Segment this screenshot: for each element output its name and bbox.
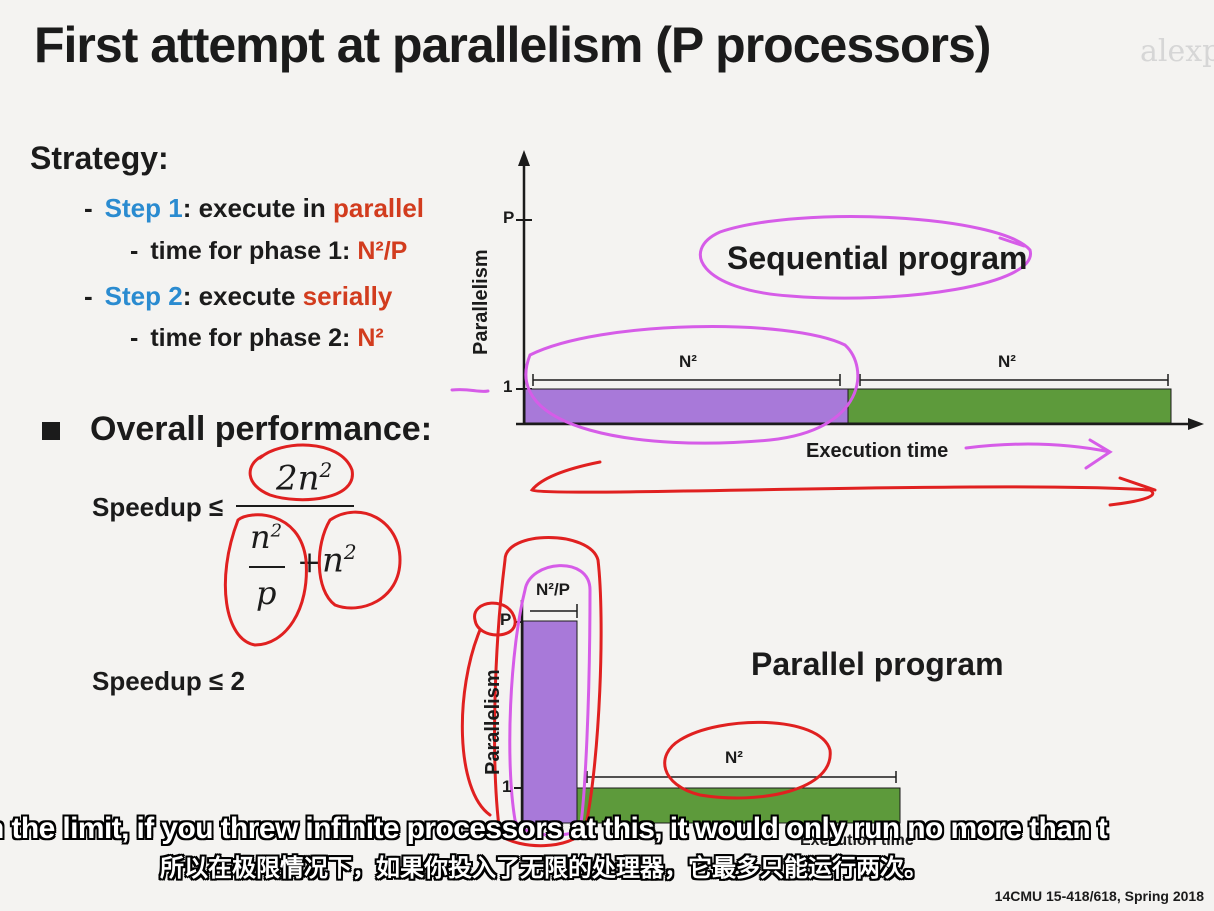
par-title: Parallel program bbox=[751, 646, 1004, 682]
subtitle-chinese: 所以在极限情况下，如果你投入了无限的处理器，它最多只能运行两次。 bbox=[160, 855, 928, 882]
slide-footer: 14CMU 15-418/618, Spring 2018 bbox=[994, 888, 1204, 904]
seq-bar-phase1 bbox=[524, 388, 849, 424]
seq-bar-phase2 bbox=[847, 388, 1172, 424]
seq-seg1-label: N² bbox=[679, 352, 697, 371]
par-tick-p: P bbox=[500, 610, 512, 629]
charts-svg bbox=[223, 150, 1204, 848]
par-seg1-label: N²/P bbox=[536, 580, 570, 599]
par-tick-1: 1 bbox=[502, 777, 512, 796]
seq-tick-1: 1 bbox=[503, 377, 513, 396]
seq-y-arrow bbox=[518, 150, 530, 166]
seq-xlabel: Execution time bbox=[806, 440, 949, 462]
seq-tick-p: P bbox=[503, 208, 515, 227]
subtitle-english: n the limit, if you threw infinite proce… bbox=[0, 812, 1108, 845]
seq-ylabel: Parallelism bbox=[470, 249, 492, 355]
par-ylabel: Parallelism bbox=[482, 669, 504, 775]
par-seg2-label: N² bbox=[725, 748, 743, 767]
seq-seg2-label: N² bbox=[998, 352, 1016, 371]
seq-title: Sequential program bbox=[727, 240, 1028, 276]
par-bar-phase1 bbox=[522, 620, 578, 824]
red-annotations bbox=[223, 443, 1157, 848]
seq-x-arrow bbox=[1188, 418, 1204, 430]
